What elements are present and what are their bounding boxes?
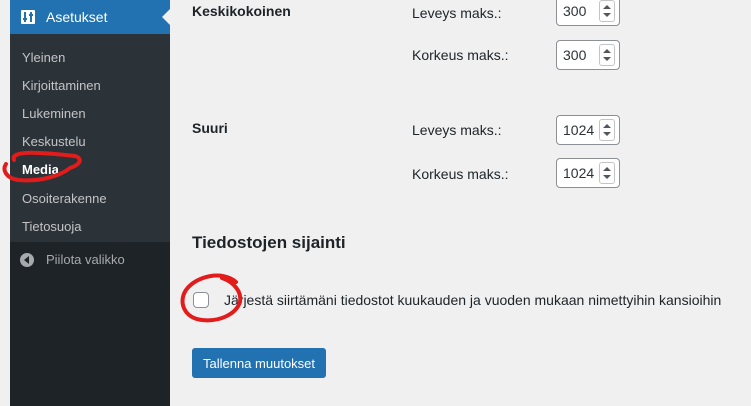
uploads-section-title: Tiedostojen sijainti — [192, 233, 346, 252]
medium-size-label: Keskikokoinen — [192, 3, 291, 19]
current-menu-arrow — [162, 9, 170, 25]
collapse-menu-label: Piilota valikko — [46, 252, 125, 267]
settings-sliders-icon — [20, 9, 36, 25]
large-height-spinner[interactable] — [599, 162, 615, 184]
medium-height-value: 300 — [563, 47, 587, 63]
collapse-arrow-icon — [20, 252, 34, 267]
large-height-label: Korkeus maks.: — [412, 166, 509, 182]
spin-up-icon — [603, 5, 611, 9]
left-gutter — [0, 0, 10, 406]
large-width-input[interactable]: 1024 — [556, 115, 620, 145]
medium-width-value: 300 — [563, 3, 587, 19]
menu-item-settings[interactable]: Asetukset — [10, 0, 170, 34]
large-width-label: Leveys maks.: — [412, 122, 502, 138]
medium-height-input[interactable]: 300 — [556, 40, 620, 70]
spin-up-icon — [603, 124, 611, 128]
medium-width-label: Leveys maks.: — [412, 5, 502, 21]
spin-down-icon — [603, 57, 611, 61]
submenu-item-privacy[interactable]: Tietosuoja — [22, 219, 82, 234]
medium-height-spinner[interactable] — [599, 44, 615, 66]
organize-uploads-label[interactable]: Järjestä siirtämäni tiedostot kuukauden … — [224, 292, 721, 308]
large-height-value: 1024 — [563, 165, 595, 181]
submenu-item-writing[interactable]: Kirjoittaminen — [22, 78, 101, 93]
submenu-item-general[interactable]: Yleinen — [22, 50, 65, 65]
admin-sidebar: Asetukset Yleinen Kirjoittaminen Lukemin… — [10, 0, 170, 406]
large-height-input[interactable]: 1024 — [556, 158, 620, 188]
collapse-menu-button[interactable]: Piilota valikko — [20, 252, 125, 267]
submenu-item-media[interactable]: Media — [22, 162, 59, 177]
medium-width-input[interactable]: 300 — [556, 0, 620, 26]
submenu-item-discussion[interactable]: Keskustelu — [22, 134, 86, 149]
medium-height-label: Korkeus maks.: — [412, 47, 509, 63]
submenu-item-permalinks[interactable]: Osoiterakenne — [22, 191, 107, 206]
menu-item-settings-label: Asetukset — [46, 9, 108, 25]
large-width-spinner[interactable] — [599, 119, 615, 141]
settings-submenu: Yleinen Kirjoittaminen Lukeminen Keskust… — [10, 34, 170, 242]
spin-up-icon — [603, 167, 611, 171]
spin-up-icon — [603, 49, 611, 53]
organize-uploads-checkbox[interactable] — [193, 292, 209, 308]
spin-down-icon — [603, 13, 611, 17]
spin-down-icon — [603, 132, 611, 136]
save-changes-button[interactable]: Tallenna muutokset — [192, 348, 327, 378]
large-size-label: Suuri — [192, 120, 228, 136]
spin-down-icon — [603, 175, 611, 179]
large-width-value: 1024 — [563, 122, 595, 138]
medium-width-spinner[interactable] — [599, 0, 615, 22]
submenu-item-reading[interactable]: Lukeminen — [22, 106, 86, 121]
